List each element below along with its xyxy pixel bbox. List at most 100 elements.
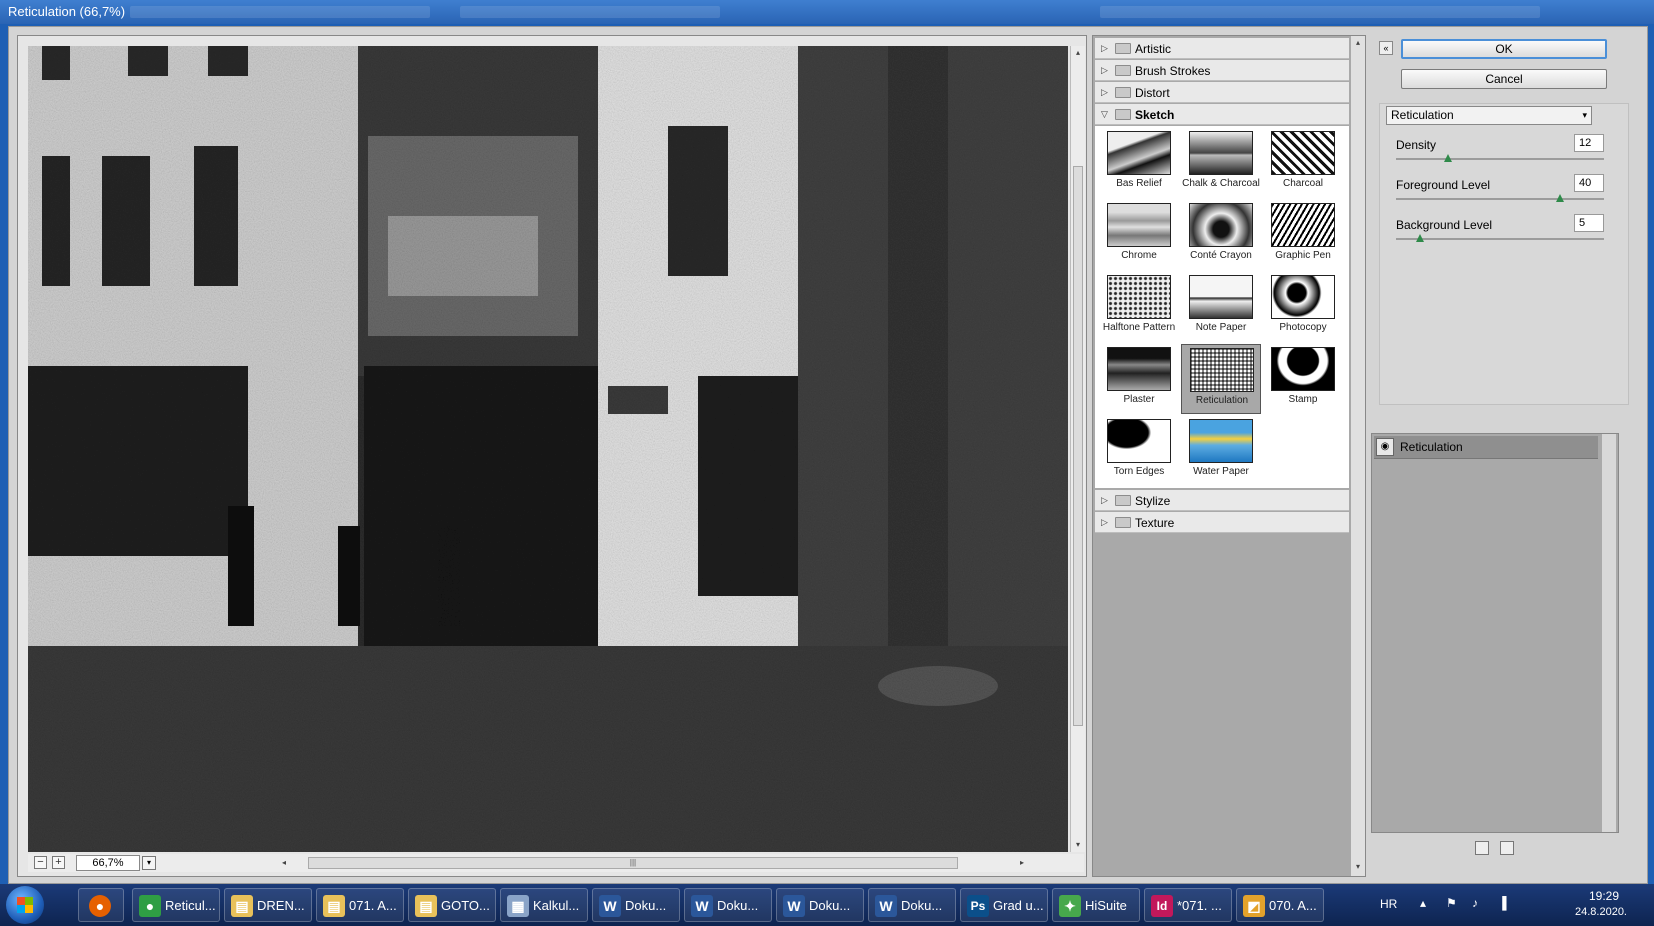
start-button[interactable] [6, 886, 44, 924]
taskbar-item[interactable]: Id *071. ... [1144, 888, 1232, 922]
param-slider-knob[interactable] [1556, 194, 1564, 202]
scroll-down-arrow-icon[interactable]: ▾ [1071, 838, 1085, 852]
preview-area: ▴ ▾ − + 66,7% ▾ ◂ ||| ▸ [17, 35, 1087, 877]
gallery-scroll-up-icon[interactable]: ▴ [1351, 38, 1365, 47]
filter-select-value: Reticulation [1391, 108, 1454, 122]
category-texture[interactable]: ▷ Texture [1095, 512, 1349, 533]
taskbar-item[interactable]: W Doku... [592, 888, 680, 922]
category-artistic[interactable]: ▷ Artistic [1095, 38, 1349, 59]
volume-icon[interactable]: ♪ [1472, 896, 1478, 910]
zoom-out-button[interactable]: − [34, 856, 47, 869]
preview-image[interactable] [28, 46, 1068, 852]
taskbar-item[interactable]: W Doku... [684, 888, 772, 922]
filter-gallery-panel: ▷ Artistic ▷ Brush Strokes ▷ Distort ▽ Sketch Ba… [1092, 35, 1366, 877]
vertical-scroll-thumb[interactable] [1073, 166, 1083, 726]
category-brush-strokes[interactable]: ▷ Brush Strokes [1095, 60, 1349, 81]
effect-layer-row[interactable]: ◉ Reticulation [1374, 436, 1598, 459]
param-value-input[interactable]: 5 [1574, 214, 1604, 232]
taskbar-item[interactable]: ✦ HiSuite [1052, 888, 1140, 922]
taskbar-item[interactable]: ▤ GOTO... [408, 888, 496, 922]
taskbar: ● ● Reticul... ▤ DREN... ▤ 071. A... ▤ GOTO... ▦… [0, 884, 1654, 926]
scroll-right-arrow-icon[interactable]: ▸ [1016, 856, 1028, 870]
scroll-up-arrow-icon[interactable]: ▴ [1071, 46, 1085, 60]
preview-vertical-scrollbar[interactable]: ▴ ▾ [1070, 46, 1085, 852]
param-value-input[interactable]: 40 [1574, 174, 1604, 192]
cancel-button[interactable]: Cancel [1401, 69, 1607, 89]
param-slider-track[interactable] [1396, 158, 1604, 160]
filter-thumb-water-paper[interactable]: Water Paper [1181, 416, 1261, 486]
category-stylize[interactable]: ▷ Stylize [1095, 490, 1349, 511]
filter-thumb-label: Photocopy [1279, 322, 1327, 333]
filter-preview-thumbnail [1190, 348, 1254, 392]
taskbar-item[interactable]: Ps Grad u... [960, 888, 1048, 922]
taskbar-item[interactable]: ▤ DREN... [224, 888, 312, 922]
folder-icon: ▤ [415, 895, 437, 917]
taskbar-item-firefox[interactable]: ● [78, 888, 124, 922]
filter-select[interactable]: Reticulation ▾ [1386, 106, 1592, 125]
filter-preview-thumbnail [1189, 419, 1253, 463]
filter-thumb-stamp[interactable]: Stamp [1263, 344, 1343, 414]
settings-panel: « OK Cancel Reticulation ▾ Density 12 Fore… [1371, 35, 1639, 875]
ok-button[interactable]: OK [1401, 39, 1607, 59]
filter-thumb-label: Plaster [1123, 394, 1155, 405]
taskbar-item[interactable]: ● Reticul... [132, 888, 220, 922]
taskbar-item[interactable]: W Doku... [776, 888, 864, 922]
filter-thumb-chalk-charcoal[interactable]: Chalk & Charcoal [1181, 128, 1261, 198]
folder-icon [1115, 495, 1131, 506]
network-signal-icon[interactable]: ▐ [1498, 896, 1507, 910]
delete-effect-layer-icon[interactable] [1500, 841, 1515, 855]
eye-visibility-icon[interactable]: ◉ [1376, 438, 1394, 456]
param-slider-track[interactable] [1396, 238, 1604, 240]
app-icon: ◩ [1243, 895, 1265, 917]
param-value-input[interactable]: 12 [1574, 134, 1604, 152]
category-distort[interactable]: ▷ Distort [1095, 82, 1349, 103]
new-effect-layer-icon[interactable] [1475, 841, 1489, 855]
taskbar-item[interactable]: W Doku... [868, 888, 956, 922]
filter-thumb-charcoal[interactable]: Charcoal [1263, 128, 1343, 198]
filter-thumb-bas-relief[interactable]: Bas Relief [1099, 128, 1179, 198]
filter-thumb-reticulation[interactable]: Reticulation [1181, 344, 1261, 414]
taskbar-item[interactable]: ▦ Kalkul... [500, 888, 588, 922]
filter-preview-thumbnail [1271, 275, 1335, 319]
menu-bar-ghost [130, 6, 430, 18]
collapse-gallery-icon[interactable]: « [1379, 41, 1393, 55]
filter-thumb-label: Chrome [1121, 250, 1157, 261]
taskbar-item[interactable]: ▤ 071. A... [316, 888, 404, 922]
filter-thumb-chrome[interactable]: Chrome [1099, 200, 1179, 270]
horizontal-scroll-thumb[interactable]: ||| [308, 857, 958, 869]
taskbar-item-label: Grad u... [993, 898, 1044, 913]
clock-time[interactable]: 19:29 [1576, 889, 1632, 903]
zoom-level-field[interactable]: 66,7% [76, 855, 140, 871]
zoom-dropdown-icon[interactable]: ▾ [142, 856, 156, 870]
language-indicator[interactable]: HR [1380, 897, 1397, 911]
action-center-flag-icon[interactable]: ⚑ [1446, 896, 1457, 910]
filter-thumb-cont-crayon[interactable]: Conté Crayon [1181, 200, 1261, 270]
filter-thumb-plaster[interactable]: Plaster [1099, 344, 1179, 414]
layer-buttons [1475, 841, 1522, 858]
preview-horizontal-scrollbar[interactable]: ◂ ||| ▸ [278, 856, 1078, 870]
scroll-left-arrow-icon[interactable]: ◂ [278, 856, 290, 870]
param-slider-track[interactable] [1396, 198, 1604, 200]
param-slider-knob[interactable] [1444, 154, 1452, 162]
clock-date[interactable]: 24.8.2020. [1564, 906, 1638, 918]
show-hidden-icons-icon[interactable]: ▴ [1420, 896, 1426, 910]
category-label: Brush Strokes [1135, 64, 1211, 78]
taskbar-item[interactable]: ◩ 070. A... [1236, 888, 1324, 922]
effect-layers-panel: ◉ Reticulation [1371, 433, 1619, 833]
folder-icon: ▤ [231, 895, 253, 917]
category-label: Stylize [1135, 494, 1171, 508]
category-label: Texture [1135, 516, 1175, 530]
gallery-scroll-down-icon[interactable]: ▾ [1351, 862, 1365, 871]
filter-thumb-graphic-pen[interactable]: Graphic Pen [1263, 200, 1343, 270]
zoom-in-button[interactable]: + [52, 856, 65, 869]
gallery-scrollbar[interactable]: ▴ ▾ [1351, 36, 1365, 876]
filter-thumb-photocopy[interactable]: Photocopy [1263, 272, 1343, 342]
filter-thumb-halftone-pattern[interactable]: Halftone Pattern [1099, 272, 1179, 342]
taskbar-item-label: Kalkul... [533, 898, 580, 913]
layers-scrollbar[interactable] [1602, 434, 1616, 832]
filter-thumb-torn-edges[interactable]: Torn Edges [1099, 416, 1179, 486]
param-foreground-level: Foreground Level 40 [1396, 174, 1606, 208]
filter-thumb-note-paper[interactable]: Note Paper [1181, 272, 1261, 342]
param-slider-knob[interactable] [1416, 234, 1424, 242]
category-sketch[interactable]: ▽ Sketch [1095, 104, 1349, 125]
